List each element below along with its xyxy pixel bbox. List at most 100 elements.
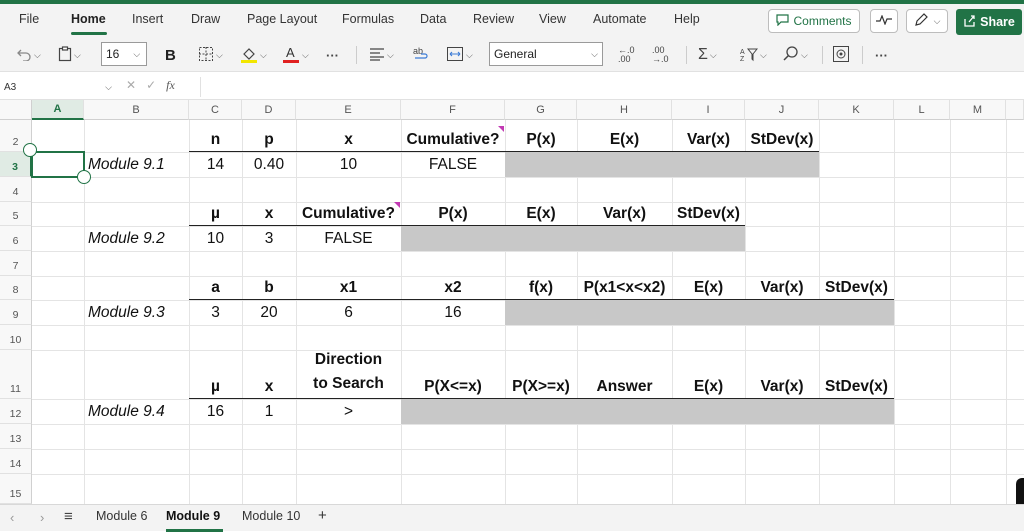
cell-h11[interactable]: Answer — [577, 350, 672, 399]
borders-button[interactable]: ⌵ — [198, 44, 223, 66]
selection-handle-top-left[interactable] — [23, 143, 37, 157]
cell-f2[interactable]: Cumulative? — [401, 120, 505, 152]
column-header-k[interactable]: K — [819, 100, 894, 120]
more-font-options-button[interactable]: ··· — [326, 44, 339, 66]
cell-g5[interactable]: E(x) — [505, 202, 577, 226]
cell-c8[interactable]: a — [189, 276, 242, 300]
cell-c12[interactable]: 16 — [189, 399, 242, 424]
cell-b12[interactable]: Module 9.4 — [84, 399, 189, 424]
cell-j8[interactable]: Var(x) — [745, 276, 819, 300]
cell-e11[interactable]: Direction to Search — [296, 350, 401, 399]
insert-function-button[interactable]: fx — [166, 78, 175, 93]
menu-help[interactable]: Help — [674, 12, 700, 26]
column-header-l[interactable]: L — [894, 100, 950, 120]
column-header-b[interactable]: B — [84, 100, 189, 120]
column-header-e[interactable]: E — [296, 100, 401, 120]
merge-button[interactable]: ⌵ — [446, 44, 473, 66]
cell-d9[interactable]: 20 — [242, 300, 296, 325]
cell-j11[interactable]: Var(x) — [745, 350, 819, 399]
cell-f3[interactable]: FALSE — [401, 152, 505, 177]
cell-c6[interactable]: 10 — [189, 226, 242, 251]
cell-g2[interactable]: P(x) — [505, 120, 577, 152]
menu-draw[interactable]: Draw — [191, 12, 220, 26]
cancel-icon[interactable]: ✕ — [126, 78, 136, 93]
menu-page-layout[interactable]: Page Layout — [247, 12, 317, 26]
menu-insert[interactable]: Insert — [132, 12, 163, 26]
column-header-f[interactable]: F — [401, 100, 505, 120]
increase-decimal-button[interactable]: ←.0 .00 — [618, 44, 640, 66]
column-header-i[interactable]: I — [672, 100, 745, 120]
align-button[interactable]: ⌵ — [369, 44, 394, 66]
cell-e9[interactable]: 6 — [296, 300, 401, 325]
cell-e5[interactable]: Cumulative? — [296, 202, 401, 226]
cell-d5[interactable]: x — [242, 202, 296, 226]
cell-h5[interactable]: Var(x) — [577, 202, 672, 226]
cell-e8[interactable]: x1 — [296, 276, 401, 300]
menu-automate[interactable]: Automate — [593, 12, 647, 26]
row-header-11[interactable]: 11 — [0, 350, 32, 399]
cell-d12[interactable]: 1 — [242, 399, 296, 424]
cell-c3[interactable]: 14 — [189, 152, 242, 177]
output-range-module-9-4[interactable] — [401, 399, 894, 424]
cell-k8[interactable]: StDev(x) — [819, 276, 894, 300]
cell-i8[interactable]: E(x) — [672, 276, 745, 300]
cell-f5[interactable]: P(x) — [401, 202, 505, 226]
menu-review[interactable]: Review — [473, 12, 514, 26]
cell-e6[interactable]: FALSE — [296, 226, 401, 251]
row-header-9[interactable]: 9 — [0, 300, 32, 325]
cell-f8[interactable]: x2 — [401, 276, 505, 300]
cell-c11[interactable]: µ — [189, 350, 242, 399]
cell-i5[interactable]: StDev(x) — [672, 202, 745, 226]
activity-button[interactable] — [870, 9, 898, 33]
column-header-h[interactable]: H — [577, 100, 672, 120]
chevron-left-icon[interactable]: ‹ — [10, 510, 14, 525]
selection-handle-bottom-right[interactable] — [77, 170, 91, 184]
output-range-module-9-1[interactable] — [505, 152, 819, 177]
find-button[interactable]: ⌵ — [783, 44, 808, 66]
row-header-7[interactable]: 7 — [0, 251, 32, 276]
bold-button[interactable]: B — [165, 44, 176, 66]
select-all-corner[interactable] — [0, 100, 32, 120]
output-range-module-9-2[interactable] — [401, 226, 745, 251]
output-range-module-9-3[interactable] — [505, 300, 894, 325]
menu-formulas[interactable]: Formulas — [342, 12, 394, 26]
column-header-d[interactable]: D — [242, 100, 296, 120]
row-header-5[interactable]: 5 — [0, 202, 32, 226]
analyze-data-button[interactable] — [832, 44, 850, 66]
sheet-tab-module-6[interactable]: Module 6 — [96, 509, 147, 523]
column-header-m[interactable]: M — [950, 100, 1006, 120]
cell-k11[interactable]: StDev(x) — [819, 350, 894, 399]
cell-g8[interactable]: f(x) — [505, 276, 577, 300]
font-size-select[interactable]: 16 ⌵ — [101, 42, 147, 66]
column-header-g[interactable]: G — [505, 100, 577, 120]
fill-color-button[interactable]: ⌵ — [240, 44, 267, 66]
row-header-14[interactable]: 14 — [0, 449, 32, 474]
cell-i11[interactable]: E(x) — [672, 350, 745, 399]
cell-c2[interactable]: n — [189, 120, 242, 152]
cell-d6[interactable]: 3 — [242, 226, 296, 251]
add-sheet-button[interactable]: + — [318, 507, 327, 524]
cell-d3[interactable]: 0.40 — [242, 152, 296, 177]
cell-c9[interactable]: 3 — [189, 300, 242, 325]
row-header-13[interactable]: 13 — [0, 424, 32, 449]
more-options-button[interactable]: ··· — [875, 44, 888, 66]
cell-h8[interactable]: P(x1<x<x2) — [577, 276, 672, 300]
column-header-a[interactable]: A — [32, 100, 84, 120]
comments-button[interactable]: Comments — [768, 9, 860, 33]
cell-c5[interactable]: µ — [189, 202, 242, 226]
sheet-tab-module-9[interactable]: Module 9 — [166, 509, 220, 523]
row-header-8[interactable]: 8 — [0, 276, 32, 300]
comment-indicator[interactable] — [394, 202, 400, 208]
spreadsheet-grid[interactable]: A B C D E F G H I J K L M 2 3 4 5 6 7 8 … — [0, 100, 1024, 504]
number-format-select[interactable]: General ⌵ — [489, 42, 603, 66]
cell-g11[interactable]: P(X>=x) — [505, 350, 577, 399]
check-icon[interactable]: ✓ — [146, 78, 156, 93]
menu-data[interactable]: Data — [420, 12, 446, 26]
cell-e2[interactable]: x — [296, 120, 401, 152]
autosum-button[interactable]: Σ ⌵ — [698, 44, 717, 66]
cell-b6[interactable]: Module 9.2 — [84, 226, 189, 251]
menu-home[interactable]: Home — [71, 12, 106, 26]
cell-j2[interactable]: StDev(x) — [745, 120, 819, 152]
cell-d11[interactable]: x — [242, 350, 296, 399]
cell-f11[interactable]: P(X<=x) — [401, 350, 505, 399]
